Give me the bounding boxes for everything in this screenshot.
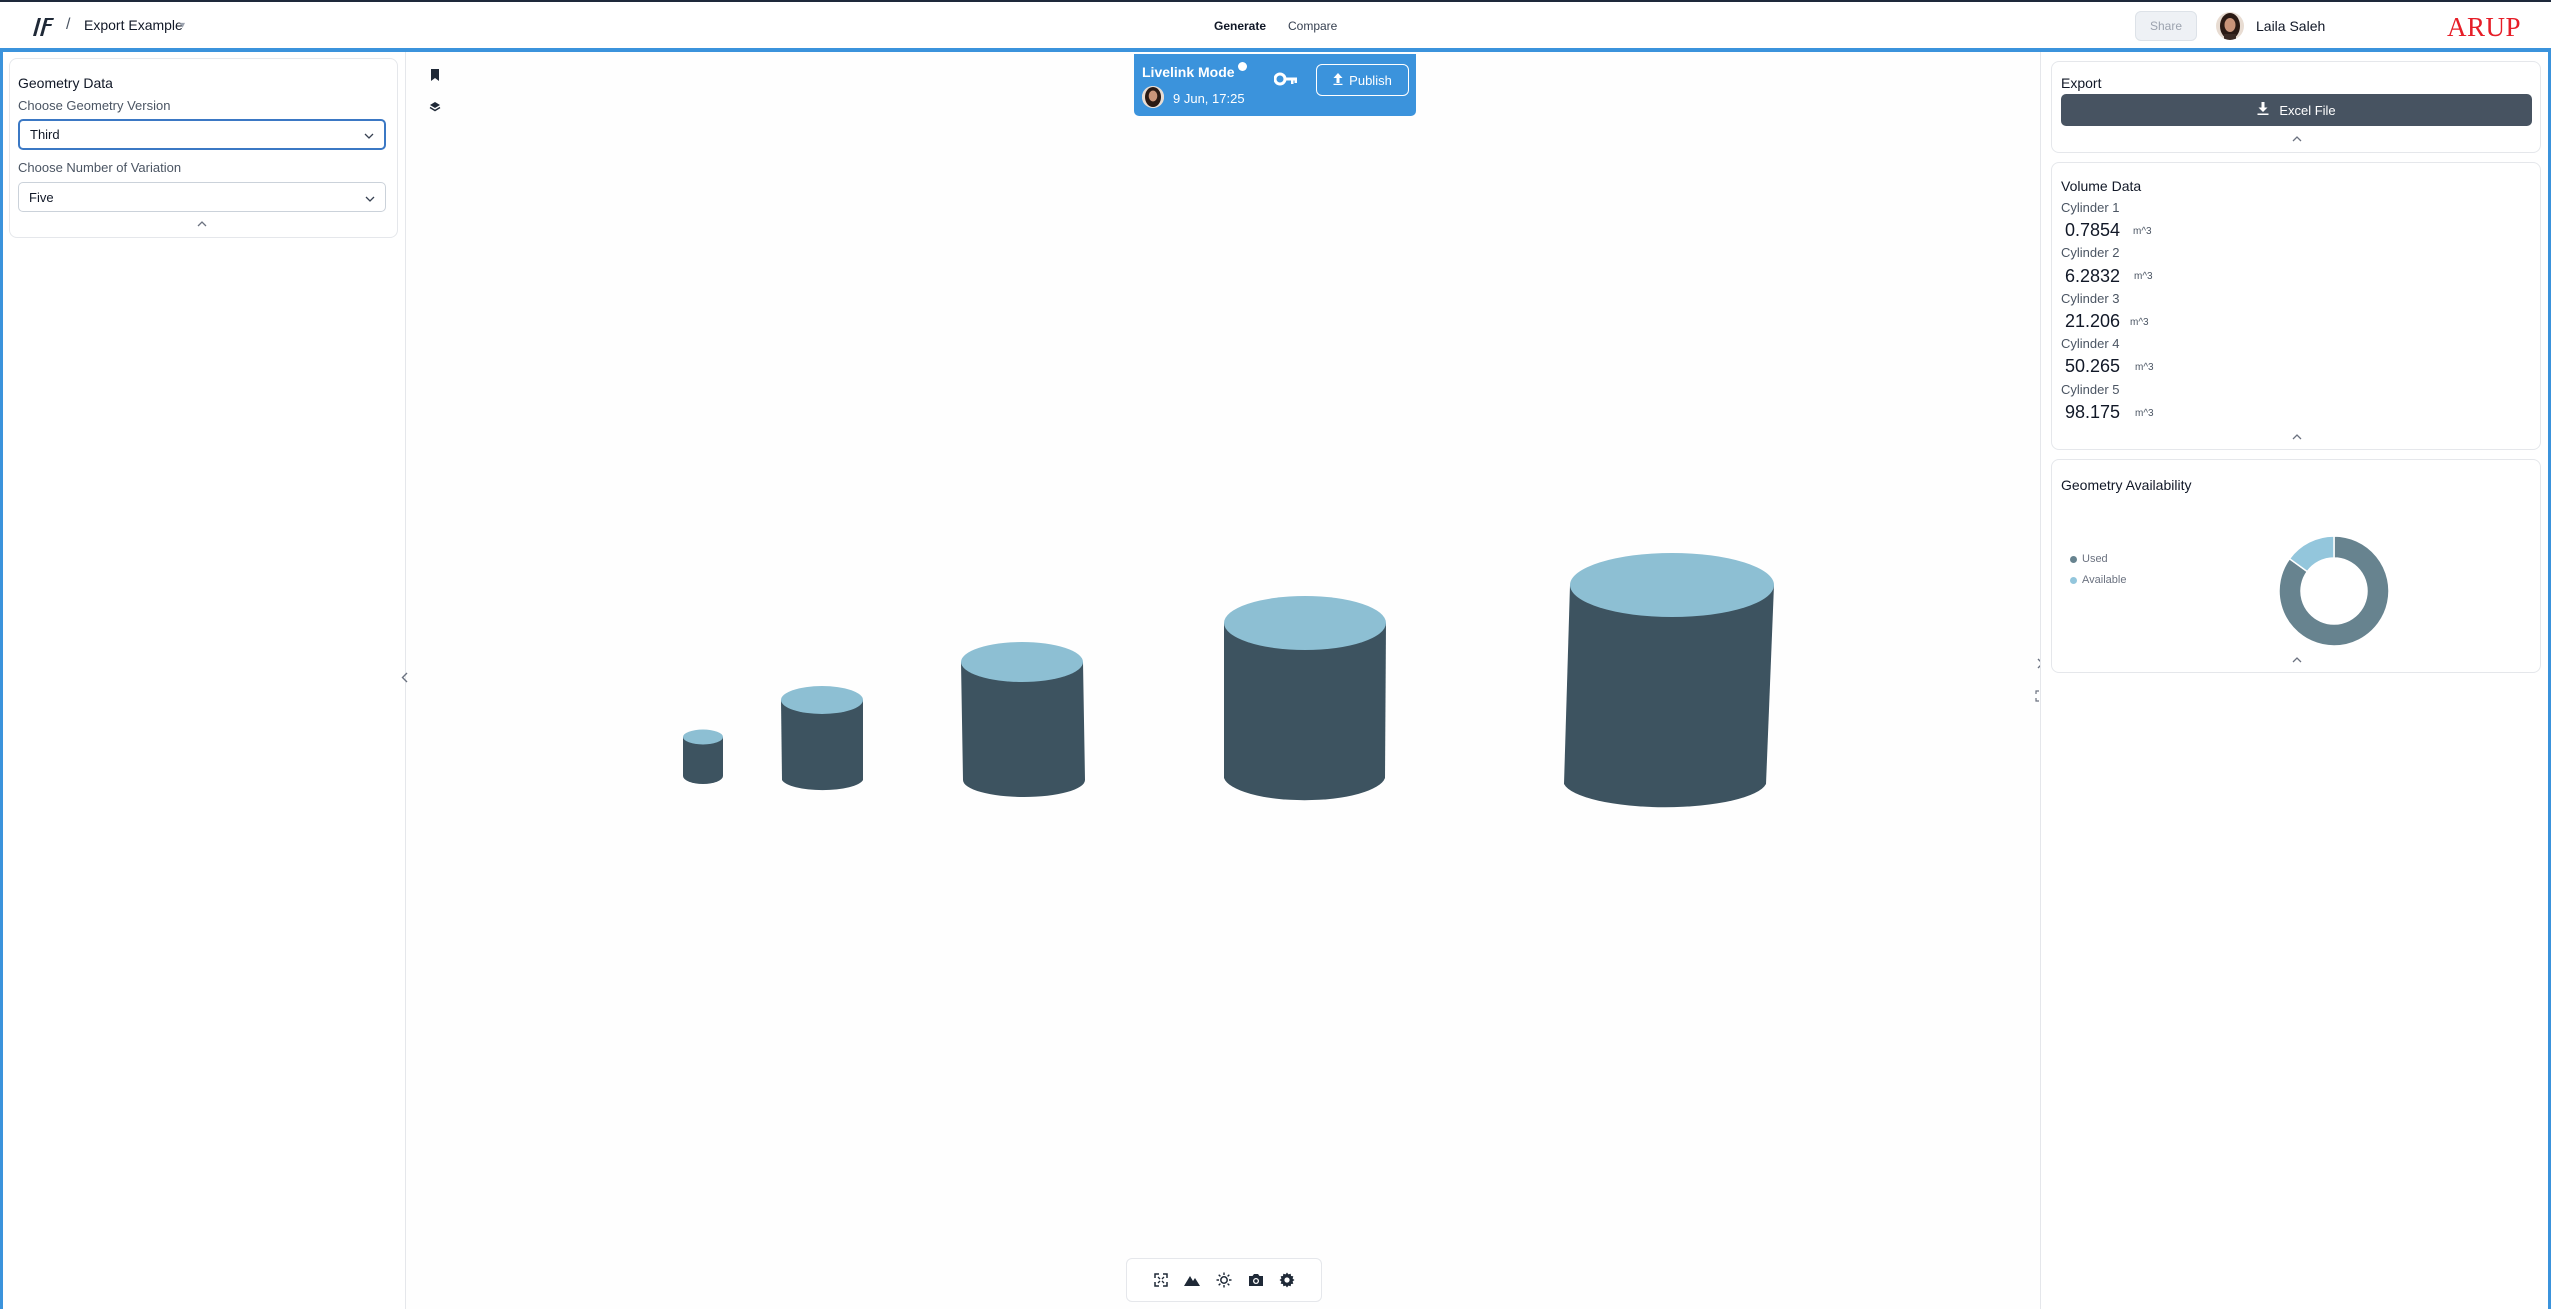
user-avatar[interactable] xyxy=(2216,12,2244,40)
collapse-geometry-card-icon[interactable] xyxy=(197,219,207,230)
version-select[interactable]: Third xyxy=(18,119,386,150)
share-button[interactable]: Share xyxy=(2135,11,2197,41)
collapse-left-panel-icon[interactable] xyxy=(401,671,408,686)
chevron-down-icon xyxy=(364,127,374,142)
bookmark-button[interactable] xyxy=(418,61,452,93)
legend-dot-available xyxy=(2070,576,2077,584)
excel-file-label: Excel File xyxy=(2279,102,2336,118)
breadcrumb-separator: / xyxy=(66,16,71,33)
3d-viewer[interactable] xyxy=(406,52,2040,1309)
volume-unit-1: m^3 xyxy=(2133,226,2152,237)
left-panel xyxy=(0,52,406,1309)
legend-label-available: Available xyxy=(2082,574,2127,586)
volume-unit-5: m^3 xyxy=(2135,408,2154,419)
livelink-avatar xyxy=(1142,86,1164,108)
volume-unit-4: m^3 xyxy=(2135,362,2154,373)
user-name[interactable]: Laila Saleh xyxy=(2256,18,2325,34)
app-name[interactable]: Export Example xyxy=(84,17,183,33)
volume-value-1: 0.7854 xyxy=(2065,220,2121,240)
version-select-value: Third xyxy=(30,127,60,142)
volume-label-1: Cylinder 1 xyxy=(2061,200,2120,215)
legend-label-used: Used xyxy=(2082,553,2108,565)
livelink-banner: Livelink Mode 9 Jun, 17:25 Publish xyxy=(1134,54,1416,116)
viewer-toolbar xyxy=(1126,1258,1322,1302)
gear-icon[interactable] xyxy=(1277,1270,1297,1290)
volume-data-card xyxy=(2051,162,2541,450)
livelink-time: 9 Jun, 17:25 xyxy=(1173,91,1245,106)
camera-icon[interactable] xyxy=(1246,1270,1266,1290)
volume-data-title: Volume Data xyxy=(2061,178,2142,194)
key-icon[interactable] xyxy=(1273,72,1298,91)
cylinder-2 xyxy=(781,686,863,791)
export-title: Export xyxy=(2061,75,2102,91)
legend-dot-used xyxy=(2070,555,2077,563)
cylinder-1 xyxy=(683,729,723,784)
nav-compare[interactable]: Compare xyxy=(1288,19,1337,33)
variation-select-value: Five xyxy=(29,189,54,205)
legend-item-used[interactable]: Used xyxy=(2070,553,2108,565)
cylinder-3 xyxy=(961,642,1085,797)
volume-label-2: Cylinder 2 xyxy=(2061,245,2120,260)
layers-button[interactable] xyxy=(418,93,452,125)
variation-select[interactable]: Five xyxy=(18,182,386,212)
cylinder-4 xyxy=(1224,596,1386,801)
terrain-icon[interactable] xyxy=(1182,1270,1202,1290)
top-bar: / Export Example ▾ Generate Compare Shar… xyxy=(0,0,2551,52)
excel-file-button[interactable]: Excel File xyxy=(2061,94,2532,126)
brand-logo: ARUP xyxy=(2447,12,2522,42)
livelink-status-dot xyxy=(1238,62,1247,71)
download-icon xyxy=(2257,102,2269,118)
volume-unit-3: m^3 xyxy=(2130,317,2149,328)
availability-donut-chart xyxy=(2278,535,2390,647)
cylinder-scene xyxy=(683,553,1774,808)
chevron-down-icon xyxy=(365,190,375,205)
publish-label: Publish xyxy=(1349,72,1392,88)
collapse-availability-card-icon[interactable] xyxy=(2292,655,2302,666)
light-icon[interactable] xyxy=(1214,1270,1234,1290)
upload-icon xyxy=(1333,72,1343,88)
chevron-down-icon[interactable]: ▾ xyxy=(180,20,185,31)
volume-label-4: Cylinder 4 xyxy=(2061,336,2120,351)
livelink-title: Livelink Mode xyxy=(1142,64,1235,80)
legend-item-available[interactable]: Available xyxy=(2070,574,2126,586)
cylinder-5 xyxy=(1564,553,1774,808)
bookmark-icon xyxy=(430,68,440,86)
volume-value-3: 21.206 xyxy=(2065,311,2121,331)
volume-label-5: Cylinder 5 xyxy=(2061,382,2120,397)
layers-icon xyxy=(429,100,441,118)
app-logo-icon[interactable] xyxy=(30,14,56,38)
nav-generate[interactable]: Generate xyxy=(1214,19,1266,33)
volume-value-2: 6.2832 xyxy=(2065,266,2121,286)
collapse-export-card-icon[interactable] xyxy=(2292,134,2302,145)
volume-unit-2: m^3 xyxy=(2134,271,2153,282)
volume-label-3: Cylinder 3 xyxy=(2061,291,2120,306)
volume-value-5: 98.175 xyxy=(2065,402,2121,422)
fit-view-icon[interactable] xyxy=(1151,1270,1171,1290)
geometry-data-title: Geometry Data xyxy=(18,75,113,91)
volume-value-4: 50.265 xyxy=(2065,356,2121,376)
publish-button[interactable]: Publish xyxy=(1316,64,1409,96)
variation-label: Choose Number of Variation xyxy=(18,160,182,175)
version-label: Choose Geometry Version xyxy=(18,98,171,113)
geometry-availability-title: Geometry Availability xyxy=(2061,477,2192,493)
collapse-volume-card-icon[interactable] xyxy=(2292,432,2302,443)
